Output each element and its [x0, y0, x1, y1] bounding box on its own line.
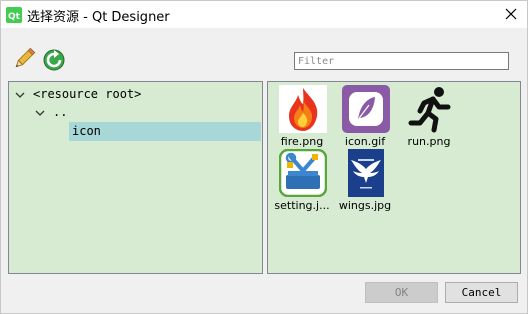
tree-item-label: .. [53, 105, 68, 119]
chevron-down-icon[interactable] [35, 108, 45, 118]
file-label: setting.j... [274, 199, 330, 212]
flame-icon [279, 85, 327, 133]
cancel-button[interactable]: Cancel [445, 282, 518, 303]
file-item-wings[interactable]: wings.jpg [334, 149, 396, 212]
tree-item-resource-root[interactable]: <resource root> [9, 85, 262, 103]
tree-item-parent[interactable]: .. [9, 103, 262, 121]
file-item-setting[interactable]: setting.j... [271, 149, 333, 212]
resource-files-view[interactable]: fire.png icon.gif run.png setting.j... w… [267, 81, 521, 274]
file-label: fire.png [280, 135, 324, 148]
edit-resources-button[interactable] [11, 46, 37, 72]
svg-text:Qt: Qt [8, 12, 21, 22]
filter-input[interactable] [294, 52, 509, 70]
tree-item-label: <resource root> [33, 87, 142, 101]
file-label: icon.gif [344, 135, 386, 148]
reload-button[interactable] [41, 46, 67, 72]
wings-logo-icon [348, 149, 384, 197]
feather-icon [342, 85, 390, 133]
resource-tree[interactable]: <resource root> .. icon [8, 81, 263, 274]
reload-icon [43, 49, 65, 71]
file-label: run.png [407, 135, 451, 148]
close-icon[interactable] [503, 6, 519, 22]
file-item-run[interactable]: run.png [398, 85, 460, 148]
runner-icon [408, 87, 451, 133]
pencil-icon [15, 47, 36, 68]
tree-item-label: icon [72, 124, 101, 138]
qt-designer-icon: Qt [6, 7, 22, 23]
resource-dialog: Qt 选择资源 - Qt Designer Filter <resource r… [0, 0, 528, 314]
chevron-down-icon[interactable] [15, 90, 25, 100]
file-item-fire[interactable]: fire.png [271, 85, 333, 148]
title-bar[interactable]: Qt 选择资源 - Qt Designer [1, 1, 527, 28]
file-label: wings.jpg [338, 199, 392, 212]
window-title: 选择资源 - Qt Designer [27, 10, 170, 25]
file-item-icon-gif[interactable]: icon.gif [334, 85, 396, 148]
tools-icon [279, 149, 327, 197]
tree-item-icon[interactable]: icon [69, 122, 261, 141]
ok-button[interactable]: OK [365, 282, 438, 303]
